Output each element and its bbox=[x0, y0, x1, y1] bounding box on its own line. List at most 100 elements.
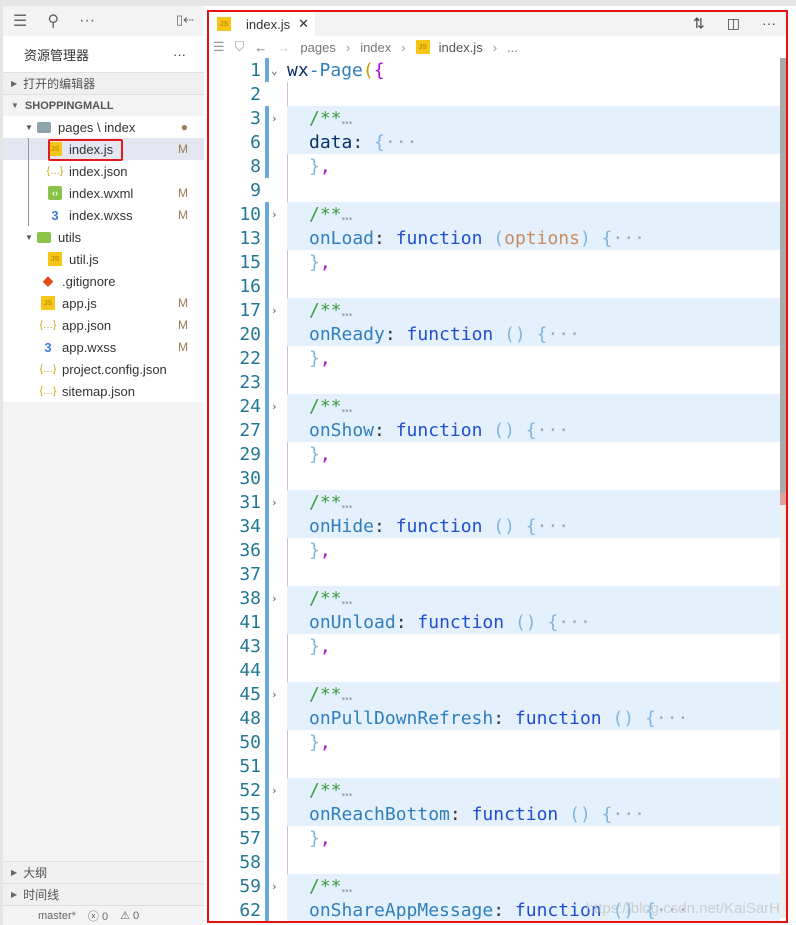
fold-closed-icon[interactable]: › bbox=[271, 496, 278, 509]
file-tree-item[interactable]: ◆ .gitignore bbox=[3, 270, 204, 292]
outline-icon[interactable]: ☰ bbox=[213, 39, 225, 55]
code-line[interactable]: 15}, bbox=[209, 250, 786, 274]
fold-closed-icon[interactable]: › bbox=[271, 880, 278, 893]
open-editors-section[interactable]: ▶ 打开的编辑器 bbox=[3, 72, 204, 94]
fold-open-icon[interactable]: ⌄ bbox=[271, 64, 278, 77]
file-tree-item[interactable]: ‹› index.wxml M bbox=[3, 182, 204, 204]
search-icon[interactable]: ⚲ bbox=[47, 11, 59, 31]
file-tree-item[interactable]: {…} sitemap.json bbox=[3, 380, 204, 402]
fold-closed-icon[interactable]: › bbox=[271, 400, 278, 413]
code-token: /** bbox=[309, 299, 342, 321]
code-line[interactable]: 34 onHide: function () {··· bbox=[209, 514, 786, 538]
code-line[interactable]: 27 onShow: function () {··· bbox=[209, 418, 786, 442]
code-line[interactable]: 43}, bbox=[209, 634, 786, 658]
sidebar-toolbar: ☰ ⚲ ··· ▯⇠ bbox=[3, 6, 204, 36]
file-tree-item[interactable]: JS util.js bbox=[3, 248, 204, 270]
code-line[interactable]: 10 › /**… bbox=[209, 202, 786, 226]
file-tree-item[interactable]: 3 index.wxss M bbox=[3, 204, 204, 226]
more-actions-icon[interactable]: ··· bbox=[762, 15, 776, 32]
code-line[interactable]: 50}, bbox=[209, 730, 786, 754]
code-line[interactable]: 38 › /**… bbox=[209, 586, 786, 610]
compare-changes-icon[interactable]: ⇅ bbox=[693, 15, 705, 32]
code-line[interactable]: 23 bbox=[209, 370, 786, 394]
code-line[interactable]: 58 bbox=[209, 850, 786, 874]
code-line[interactable]: 16 bbox=[209, 274, 786, 298]
git-branch[interactable]: master* bbox=[38, 910, 76, 922]
code-line[interactable]: 37 bbox=[209, 562, 786, 586]
file-tree-item[interactable]: ▼ pages \ index ● bbox=[3, 116, 204, 138]
warning-count[interactable]: ⚠ 0 bbox=[120, 909, 139, 922]
vertical-scrollbar[interactable] bbox=[780, 58, 786, 918]
back-arrow-icon[interactable]: ← bbox=[254, 40, 267, 55]
code-line[interactable]: 22}, bbox=[209, 346, 786, 370]
code-line[interactable]: 9 bbox=[209, 178, 786, 202]
collapse-sidebar-icon[interactable]: ▯⇠ bbox=[176, 12, 194, 28]
git-change-bar bbox=[265, 850, 269, 874]
code-line[interactable]: 31 › /**… bbox=[209, 490, 786, 514]
project-section[interactable]: ▼ SHOPPINGMALL bbox=[3, 94, 204, 116]
bookmark-icon[interactable]: ⛉ bbox=[235, 39, 245, 55]
code-line[interactable]: 48 onPullDownRefresh: function () {··· bbox=[209, 706, 786, 730]
file-tree-item[interactable]: ▼ utils bbox=[3, 226, 204, 248]
split-editor-icon[interactable]: ◫ bbox=[727, 15, 740, 32]
fold-closed-icon[interactable]: › bbox=[271, 112, 278, 125]
code-line[interactable]: 13 onLoad: function (options) {··· bbox=[209, 226, 786, 250]
code-line[interactable]: 57}, bbox=[209, 826, 786, 850]
code-token: /** bbox=[309, 395, 342, 417]
close-icon[interactable]: ✕ bbox=[298, 16, 309, 32]
breadcrumb-item[interactable]: pages bbox=[300, 40, 335, 55]
file-tree-item[interactable]: {…} index.json bbox=[3, 160, 204, 182]
code-line[interactable]: 1 ⌄ wx-Page({ bbox=[209, 58, 786, 82]
file-tree-item[interactable]: {…} project.config.json bbox=[3, 358, 204, 380]
more-icon[interactable]: ··· bbox=[79, 12, 95, 30]
timeline-section[interactable]: ▶ 时间线 bbox=[3, 883, 204, 905]
code-text: }, bbox=[287, 442, 780, 466]
code-line[interactable]: 29}, bbox=[209, 442, 786, 466]
file-tree-item[interactable]: 3 app.wxss M bbox=[3, 336, 204, 358]
code-line[interactable]: 55 onReachBottom: function () {··· bbox=[209, 802, 786, 826]
code-text: onLoad: function (options) {··· bbox=[287, 226, 780, 250]
tab-index-js[interactable]: JS index.js ✕ bbox=[209, 12, 315, 36]
code-line[interactable]: 51 bbox=[209, 754, 786, 778]
fold-closed-icon[interactable]: › bbox=[271, 208, 278, 221]
list-icon[interactable]: ☰ bbox=[13, 11, 27, 31]
wxml-file-icon: ‹› bbox=[48, 186, 62, 200]
breadcrumb-item[interactable]: index bbox=[360, 40, 391, 55]
code-line[interactable]: 20 onReady: function () {··· bbox=[209, 322, 786, 346]
scrollbar-thumb[interactable] bbox=[780, 58, 786, 498]
code-line[interactable]: 36}, bbox=[209, 538, 786, 562]
file-tree-item[interactable]: {…} app.json M bbox=[3, 314, 204, 336]
file-tree-item[interactable]: JS index.js M bbox=[3, 138, 204, 161]
code-line[interactable]: 45 › /**… bbox=[209, 682, 786, 706]
fold-closed-icon[interactable]: › bbox=[271, 304, 278, 317]
code-token: ··· bbox=[558, 611, 591, 633]
code-line[interactable]: 3 › /**… bbox=[209, 106, 786, 130]
code-line[interactable]: 6 data: {··· bbox=[209, 130, 786, 154]
code-line[interactable]: 44 bbox=[209, 658, 786, 682]
fold-closed-icon[interactable]: › bbox=[271, 784, 278, 797]
git-change-bar bbox=[265, 442, 269, 466]
breadcrumb-item[interactable]: ... bbox=[507, 40, 518, 55]
outline-section[interactable]: ▶ 大纲 bbox=[3, 861, 204, 883]
code-line[interactable]: 17 › /**… bbox=[209, 298, 786, 322]
code-token: , bbox=[319, 827, 331, 849]
code-area[interactable]: 1 ⌄ wx-Page({2 3 ›/**… 6 data: {··· 8}, 9 10 ›/**…… bbox=[209, 58, 786, 921]
breadcrumb-item[interactable]: index.js bbox=[439, 40, 483, 55]
forward-arrow-icon[interactable]: → bbox=[277, 40, 290, 55]
code-line[interactable]: 2 bbox=[209, 82, 786, 106]
code-line[interactable]: 52 › /**… bbox=[209, 778, 786, 802]
error-count[interactable]: ⓧ 0 bbox=[88, 908, 108, 924]
code-line[interactable]: 8}, bbox=[209, 154, 786, 178]
code-line[interactable]: 41 onUnload: function () {··· bbox=[209, 610, 786, 634]
fold-closed-icon[interactable]: › bbox=[271, 592, 278, 605]
explorer-more-button[interactable]: ··· bbox=[173, 47, 186, 62]
code-line[interactable]: 59 › /**… bbox=[209, 874, 786, 898]
code-line[interactable]: 30 bbox=[209, 466, 786, 490]
code-token: : bbox=[384, 323, 407, 345]
fold-closed-icon[interactable]: › bbox=[271, 688, 278, 701]
file-tree-item[interactable]: JS app.js M bbox=[3, 292, 204, 314]
code-line[interactable]: 24 › /**… bbox=[209, 394, 786, 418]
code-token: ··· bbox=[536, 419, 570, 441]
code-text: wx-Page({ bbox=[287, 58, 780, 82]
